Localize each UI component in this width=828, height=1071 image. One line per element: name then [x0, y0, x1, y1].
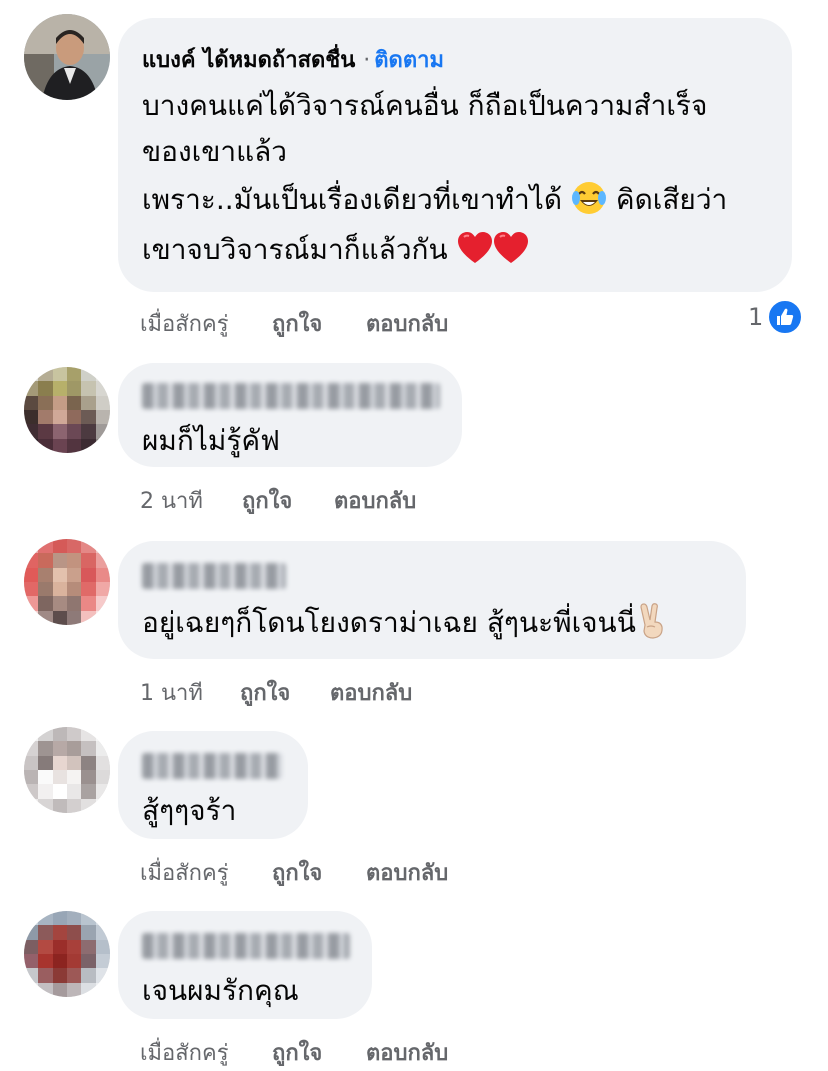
comment-text-segment: คิดเสียว่า [615, 183, 728, 216]
comment-2: ผมก็ไม่รู้คัฟ 2 นาที ถูกใจ ตอบกลับ [0, 345, 828, 525]
comment-meta: เมื่อสักครู่ ถูกใจ ตอบกลับ [140, 1035, 540, 1066]
red-heart-icon [457, 231, 493, 272]
comment-bubble: สู้ๆๆจร้า [118, 731, 308, 839]
comment-bubble: เจนผมรักคุณ [118, 911, 372, 1019]
red-heart-icon [493, 231, 529, 272]
comment-1: แบงค์ ได้หมดถ้าสดชื่น · ติดตาม บางคนแค่ได้… [0, 0, 828, 345]
comment-author-row: แบงค์ ได้หมดถ้าสดชื่น · ติดตาม [142, 42, 444, 77]
comment-text-segment: เขาจบวิจารณ์มาก็แล้วกัน [142, 233, 448, 266]
pixelated-avatar [24, 911, 110, 997]
separator-dot: · [363, 48, 371, 73]
avatar[interactable] [24, 367, 110, 453]
avatar[interactable] [24, 14, 110, 100]
comment-meta: เมื่อสักครู่ ถูกใจ ตอบกลับ [140, 855, 540, 886]
avatar[interactable] [24, 727, 110, 813]
avatar[interactable] [24, 539, 110, 625]
comment-meta: 1 นาที ถูกใจ ตอบกลับ [140, 675, 540, 706]
comment-text-line: ของเขาแล้ว [142, 135, 287, 168]
avatar-photo [24, 14, 110, 100]
face-with-tears-of-joy-icon [571, 180, 607, 223]
comment-author-redacted[interactable] [142, 933, 350, 959]
comment-meta: เมื่อสักครู่ ถูกใจ ตอบกลับ [140, 306, 540, 337]
comment-text-line: เขาจบวิจารณ์มาก็แล้วกัน [142, 228, 529, 272]
reply-button[interactable]: ตอบกลับ [366, 306, 448, 341]
comment-text-line: เจนผมรักคุณ [142, 974, 299, 1007]
reaction-count: 1 [748, 303, 764, 331]
comment-text-line: เพราะ..มันเป็นเรื่องเดียวที่เขาทำได้ คิด… [142, 178, 727, 223]
comment-text-segment: เพราะ..มันเป็นเรื่องเดียวที่เขาทำได้ [142, 183, 563, 216]
like-button[interactable]: ถูกใจ [272, 1035, 322, 1070]
comment-text-line: สู้ๆๆจร้า [142, 794, 237, 827]
comment-4: สู้ๆๆจร้า เมื่อสักครู่ ถูกใจ ตอบกลับ [0, 715, 828, 895]
comment-author[interactable]: แบงค์ ได้หมดถ้าสดชื่น [142, 48, 355, 73]
comment-meta: 2 นาที ถูกใจ ตอบกลับ [140, 483, 540, 514]
reply-button[interactable]: ตอบกลับ [334, 483, 416, 518]
comment-author-redacted[interactable] [142, 753, 282, 779]
like-button[interactable]: ถูกใจ [272, 855, 322, 890]
like-button[interactable]: ถูกใจ [240, 675, 290, 710]
like-button[interactable]: ถูกใจ [272, 306, 322, 341]
comment-timestamp[interactable]: เมื่อสักครู่ [140, 855, 229, 890]
comment-author-redacted[interactable] [142, 383, 440, 409]
pixelated-avatar [24, 727, 110, 813]
pixelated-avatar [24, 539, 110, 625]
avatar[interactable] [24, 911, 110, 997]
reply-button[interactable]: ตอบกลับ [366, 855, 448, 890]
comment-timestamp[interactable]: เมื่อสักครู่ [140, 306, 229, 341]
comment-text-segment: อยู่เฉยๆก็โดนโยงดราม่าเฉย สู้ๆนะพี่เจนนี… [142, 606, 636, 639]
comment-author-redacted[interactable] [142, 563, 286, 589]
comment-timestamp[interactable]: เมื่อสักครู่ [140, 1035, 229, 1070]
comment-5: เจนผมรักคุณ เมื่อสักครู่ ถูกใจ ตอบกลับ [0, 895, 828, 1071]
follow-link[interactable]: ติดตาม [374, 48, 444, 73]
reaction-summary[interactable]: 1 [748, 299, 804, 335]
comment-bubble: ผมก็ไม่รู้คัฟ [118, 363, 462, 467]
comment-timestamp[interactable]: 1 นาที [140, 675, 203, 710]
comment-bubble: แบงค์ ได้หมดถ้าสดชื่น · ติดตาม บางคนแค่ได้… [118, 18, 792, 292]
comment-text-line: บางคนแค่ได้วิจารณ์คนอื่น ก็ถือเป็นความสำ… [142, 89, 708, 122]
like-icon [767, 299, 804, 335]
pixelated-avatar [24, 367, 110, 453]
comment-text-line: อยู่เฉยๆก็โดนโยงดราม่าเฉย สู้ๆนะพี่เจนนี… [142, 601, 668, 646]
reply-button[interactable]: ตอบกลับ [366, 1035, 448, 1070]
comment-timestamp[interactable]: 2 นาที [140, 483, 203, 518]
comment-text-line: ผมก็ไม่รู้คัฟ [142, 424, 280, 457]
victory-hand-icon [636, 602, 668, 646]
comment-3: อยู่เฉยๆก็โดนโยงดราม่าเฉย สู้ๆนะพี่เจนนี… [0, 525, 828, 715]
comment-bubble: อยู่เฉยๆก็โดนโยงดราม่าเฉย สู้ๆนะพี่เจนนี… [118, 541, 746, 659]
like-button[interactable]: ถูกใจ [242, 483, 292, 518]
reply-button[interactable]: ตอบกลับ [330, 675, 412, 710]
